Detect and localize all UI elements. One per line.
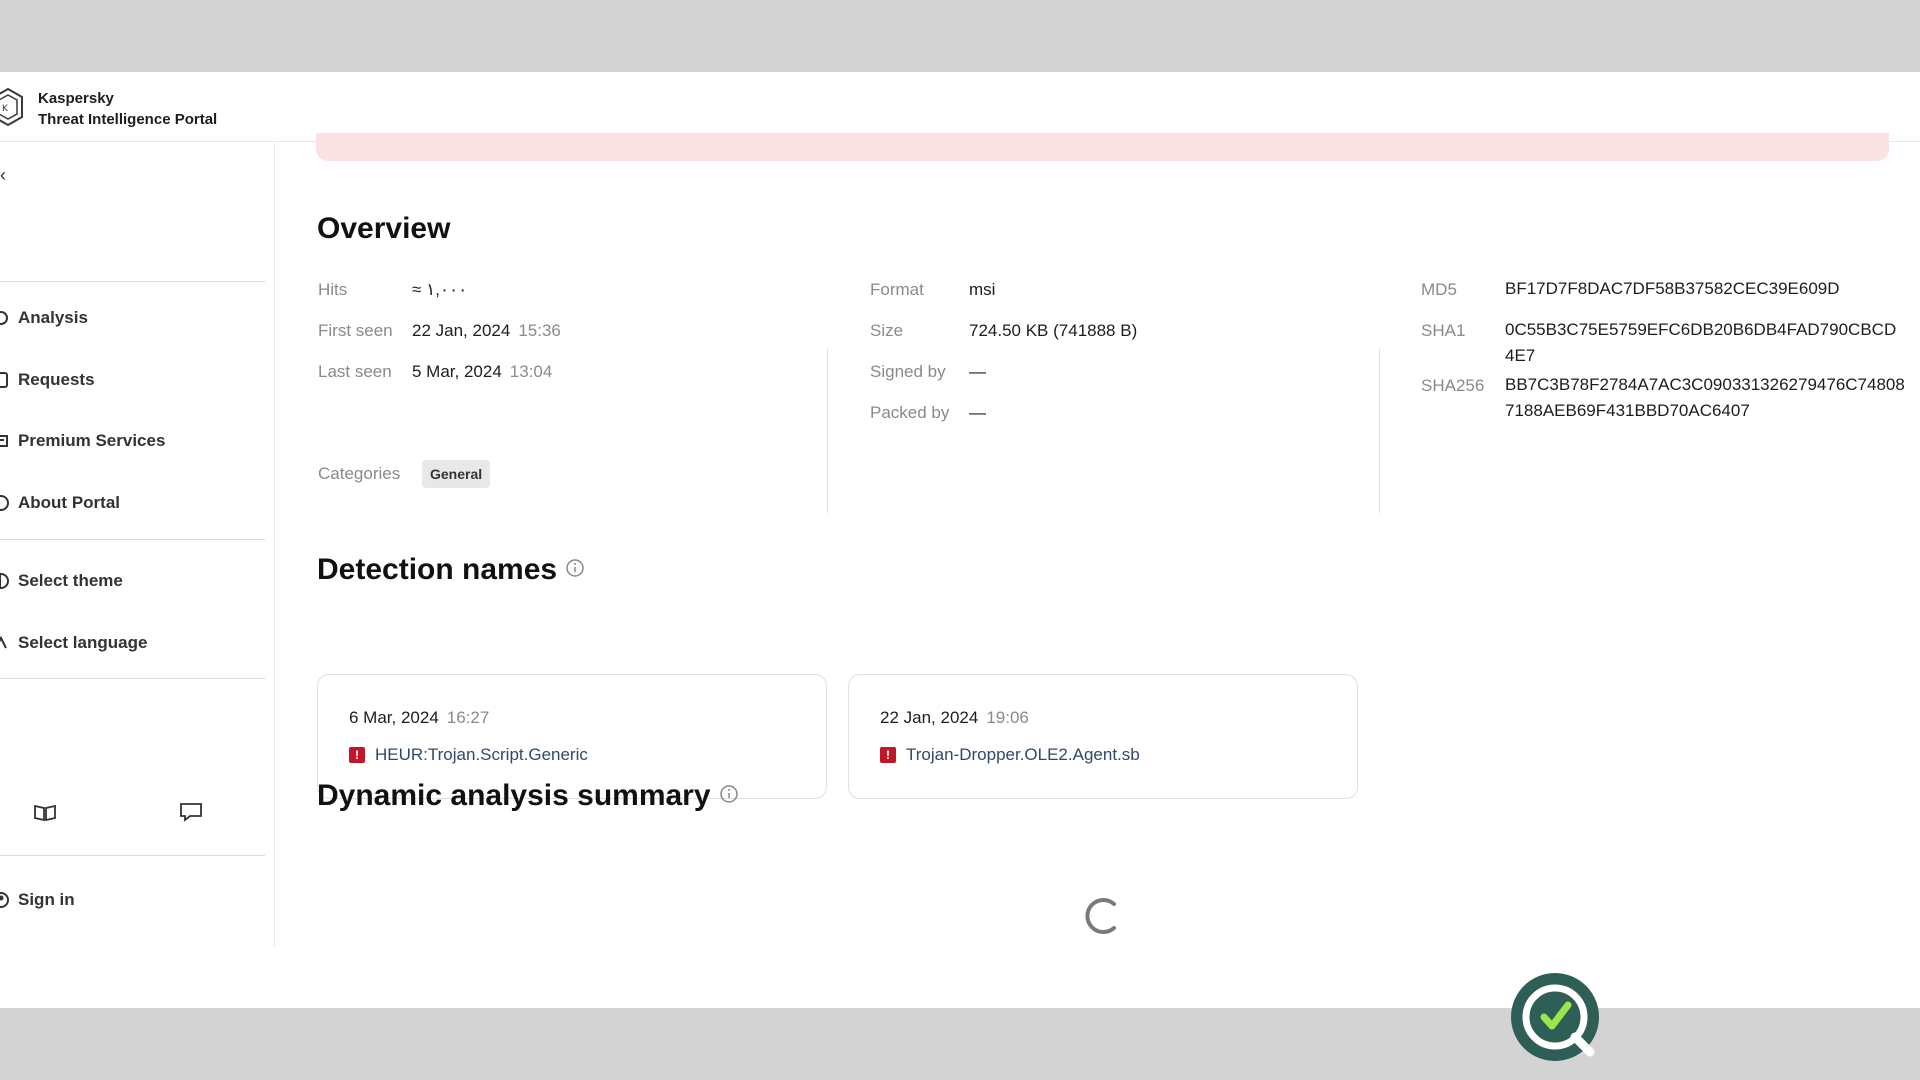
detection-name-link[interactable]: ! HEUR:Trojan.Script.Generic	[349, 745, 588, 765]
packed-by-label: Packed by	[870, 403, 950, 422]
detection-time: 16:27	[446, 708, 490, 727]
sidebar-divider	[0, 855, 265, 856]
info-icon	[0, 495, 9, 511]
dynamic-analysis-heading: Dynamic analysis summary	[317, 779, 711, 812]
main-content: Overview Hits ≈ ١,٠٠٠ First seen 22 Jan,…	[276, 133, 1920, 947]
info-icon[interactable]	[565, 558, 585, 578]
sha256-label: SHA256	[1421, 376, 1485, 395]
sha1-label: SHA1	[1421, 321, 1466, 340]
sha256-value[interactable]: BB7C3B78F2784A7AC3C090331326279476C74808…	[1505, 372, 1905, 424]
info-icon[interactable]	[719, 784, 739, 804]
sidebar-item-label: About Portal	[18, 493, 120, 512]
security-check-badge[interactable]	[1511, 973, 1599, 1061]
last-seen-label: Last seen	[318, 362, 392, 381]
detection-card: 22 Jan, 2024 19:06 ! Trojan-Dropper.OLE2.…	[848, 674, 1358, 799]
size-value: 724.50 KB (741888 B)	[969, 321, 1138, 340]
detection-name: HEUR:Trojan.Script.Generic	[375, 745, 588, 764]
book-icon[interactable]	[32, 802, 58, 824]
format-value: msi	[969, 280, 996, 299]
category-chip: General	[422, 460, 491, 488]
md5-value[interactable]: BF17D7F8DAC7DF58B37582CEC39E609D	[1505, 276, 1905, 302]
last-seen-value: 5 Mar, 2024 13:04	[412, 362, 552, 382]
sidebar-item-label: Analysis	[18, 308, 88, 327]
sidebar-item-premium-services[interactable]: Premium Services	[0, 421, 260, 461]
hits-value: ≈ ١,٠٠٠	[412, 280, 468, 299]
sidebar-item-select-language[interactable]: Select language	[0, 623, 260, 663]
md5-label: MD5	[1421, 280, 1457, 299]
detection-name-link[interactable]: ! Trojan-Dropper.OLE2.Agent.sb	[880, 745, 1140, 765]
first-seen-time: 15:36	[518, 321, 561, 340]
kaspersky-logo-icon[interactable]: K	[0, 86, 24, 128]
column-divider	[1379, 349, 1380, 513]
detection-name: Trojan-Dropper.OLE2.Agent.sb	[906, 745, 1140, 764]
detection-names-title: Detection names	[317, 553, 585, 587]
sidebar: ‹ Analysis Requests Premium Services Abo…	[0, 143, 275, 947]
svg-text:K: K	[2, 104, 9, 114]
first-seen-label: First seen	[318, 321, 393, 340]
premium-icon	[0, 435, 8, 447]
brand-line-2: Threat Intelligence Portal	[38, 111, 218, 128]
signed-by-label: Signed by	[870, 362, 946, 381]
overview-title: Overview	[317, 212, 451, 245]
sidebar-item-label: Requests	[18, 370, 95, 389]
language-icon	[0, 635, 7, 649]
verdict-banner	[316, 133, 1889, 161]
column-divider	[827, 349, 828, 513]
collapse-sidebar-icon[interactable]: ‹	[0, 165, 14, 185]
sidebar-item-about-portal[interactable]: About Portal	[0, 483, 260, 523]
sidebar-item-select-theme[interactable]: Select theme	[0, 561, 260, 601]
format-label: Format	[870, 280, 924, 299]
sidebar-item-requests[interactable]: Requests	[0, 360, 260, 400]
detection-date-value: 6 Mar, 2024	[349, 708, 439, 727]
sidebar-item-analysis[interactable]: Analysis	[0, 298, 260, 338]
sidebar-item-label: Select language	[18, 633, 148, 652]
packed-by-value: —	[969, 403, 986, 422]
detection-date-value: 22 Jan, 2024	[880, 708, 979, 727]
signed-by-value: —	[969, 362, 986, 381]
theme-icon	[0, 573, 9, 589]
last-seen-date: 5 Mar, 2024	[412, 362, 502, 381]
detection-date: 22 Jan, 2024 19:06	[880, 708, 1029, 728]
sidebar-divider	[0, 281, 265, 282]
size-label: Size	[870, 321, 904, 340]
categories-label: Categories	[318, 464, 401, 483]
portal-window: K Kaspersky Threat Intelligence Portal ‹…	[0, 72, 1920, 1008]
threat-flag-icon: !	[880, 747, 896, 763]
sign-in-label: Sign in	[18, 890, 75, 909]
first-seen-date: 22 Jan, 2024	[412, 321, 511, 340]
sidebar-divider	[0, 678, 265, 679]
dynamic-analysis-title: Dynamic analysis summary	[317, 779, 739, 813]
hits-label: Hits	[318, 280, 348, 299]
last-seen-time: 13:04	[509, 362, 553, 381]
sign-in-button[interactable]: Sign in	[0, 880, 260, 920]
detection-names-heading: Detection names	[317, 553, 558, 586]
brand-line-1: Kaspersky	[38, 90, 114, 107]
detection-date: 6 Mar, 2024 16:27	[349, 708, 489, 728]
sidebar-item-label: Select theme	[18, 571, 123, 590]
sidebar-item-label: Premium Services	[18, 431, 166, 450]
analysis-icon	[0, 311, 8, 325]
threat-flag-icon: !	[349, 747, 365, 763]
requests-icon	[0, 372, 8, 388]
first-seen-value: 22 Jan, 2024 15:36	[412, 321, 561, 341]
chat-icon[interactable]	[178, 801, 204, 823]
sidebar-divider	[0, 539, 265, 540]
brand-title[interactable]: Kaspersky Threat Intelligence Portal	[38, 88, 217, 130]
user-icon	[0, 892, 9, 908]
top-header: K Kaspersky Threat Intelligence Portal	[0, 72, 1920, 142]
loading-spinner-icon	[1085, 898, 1116, 934]
sha1-value[interactable]: 0C55B3C75E5759EFC6DB20B6DB4FAD790CBCD4E7	[1505, 317, 1905, 369]
detection-time: 19:06	[986, 708, 1029, 727]
search-check-icon	[1522, 984, 1595, 1057]
